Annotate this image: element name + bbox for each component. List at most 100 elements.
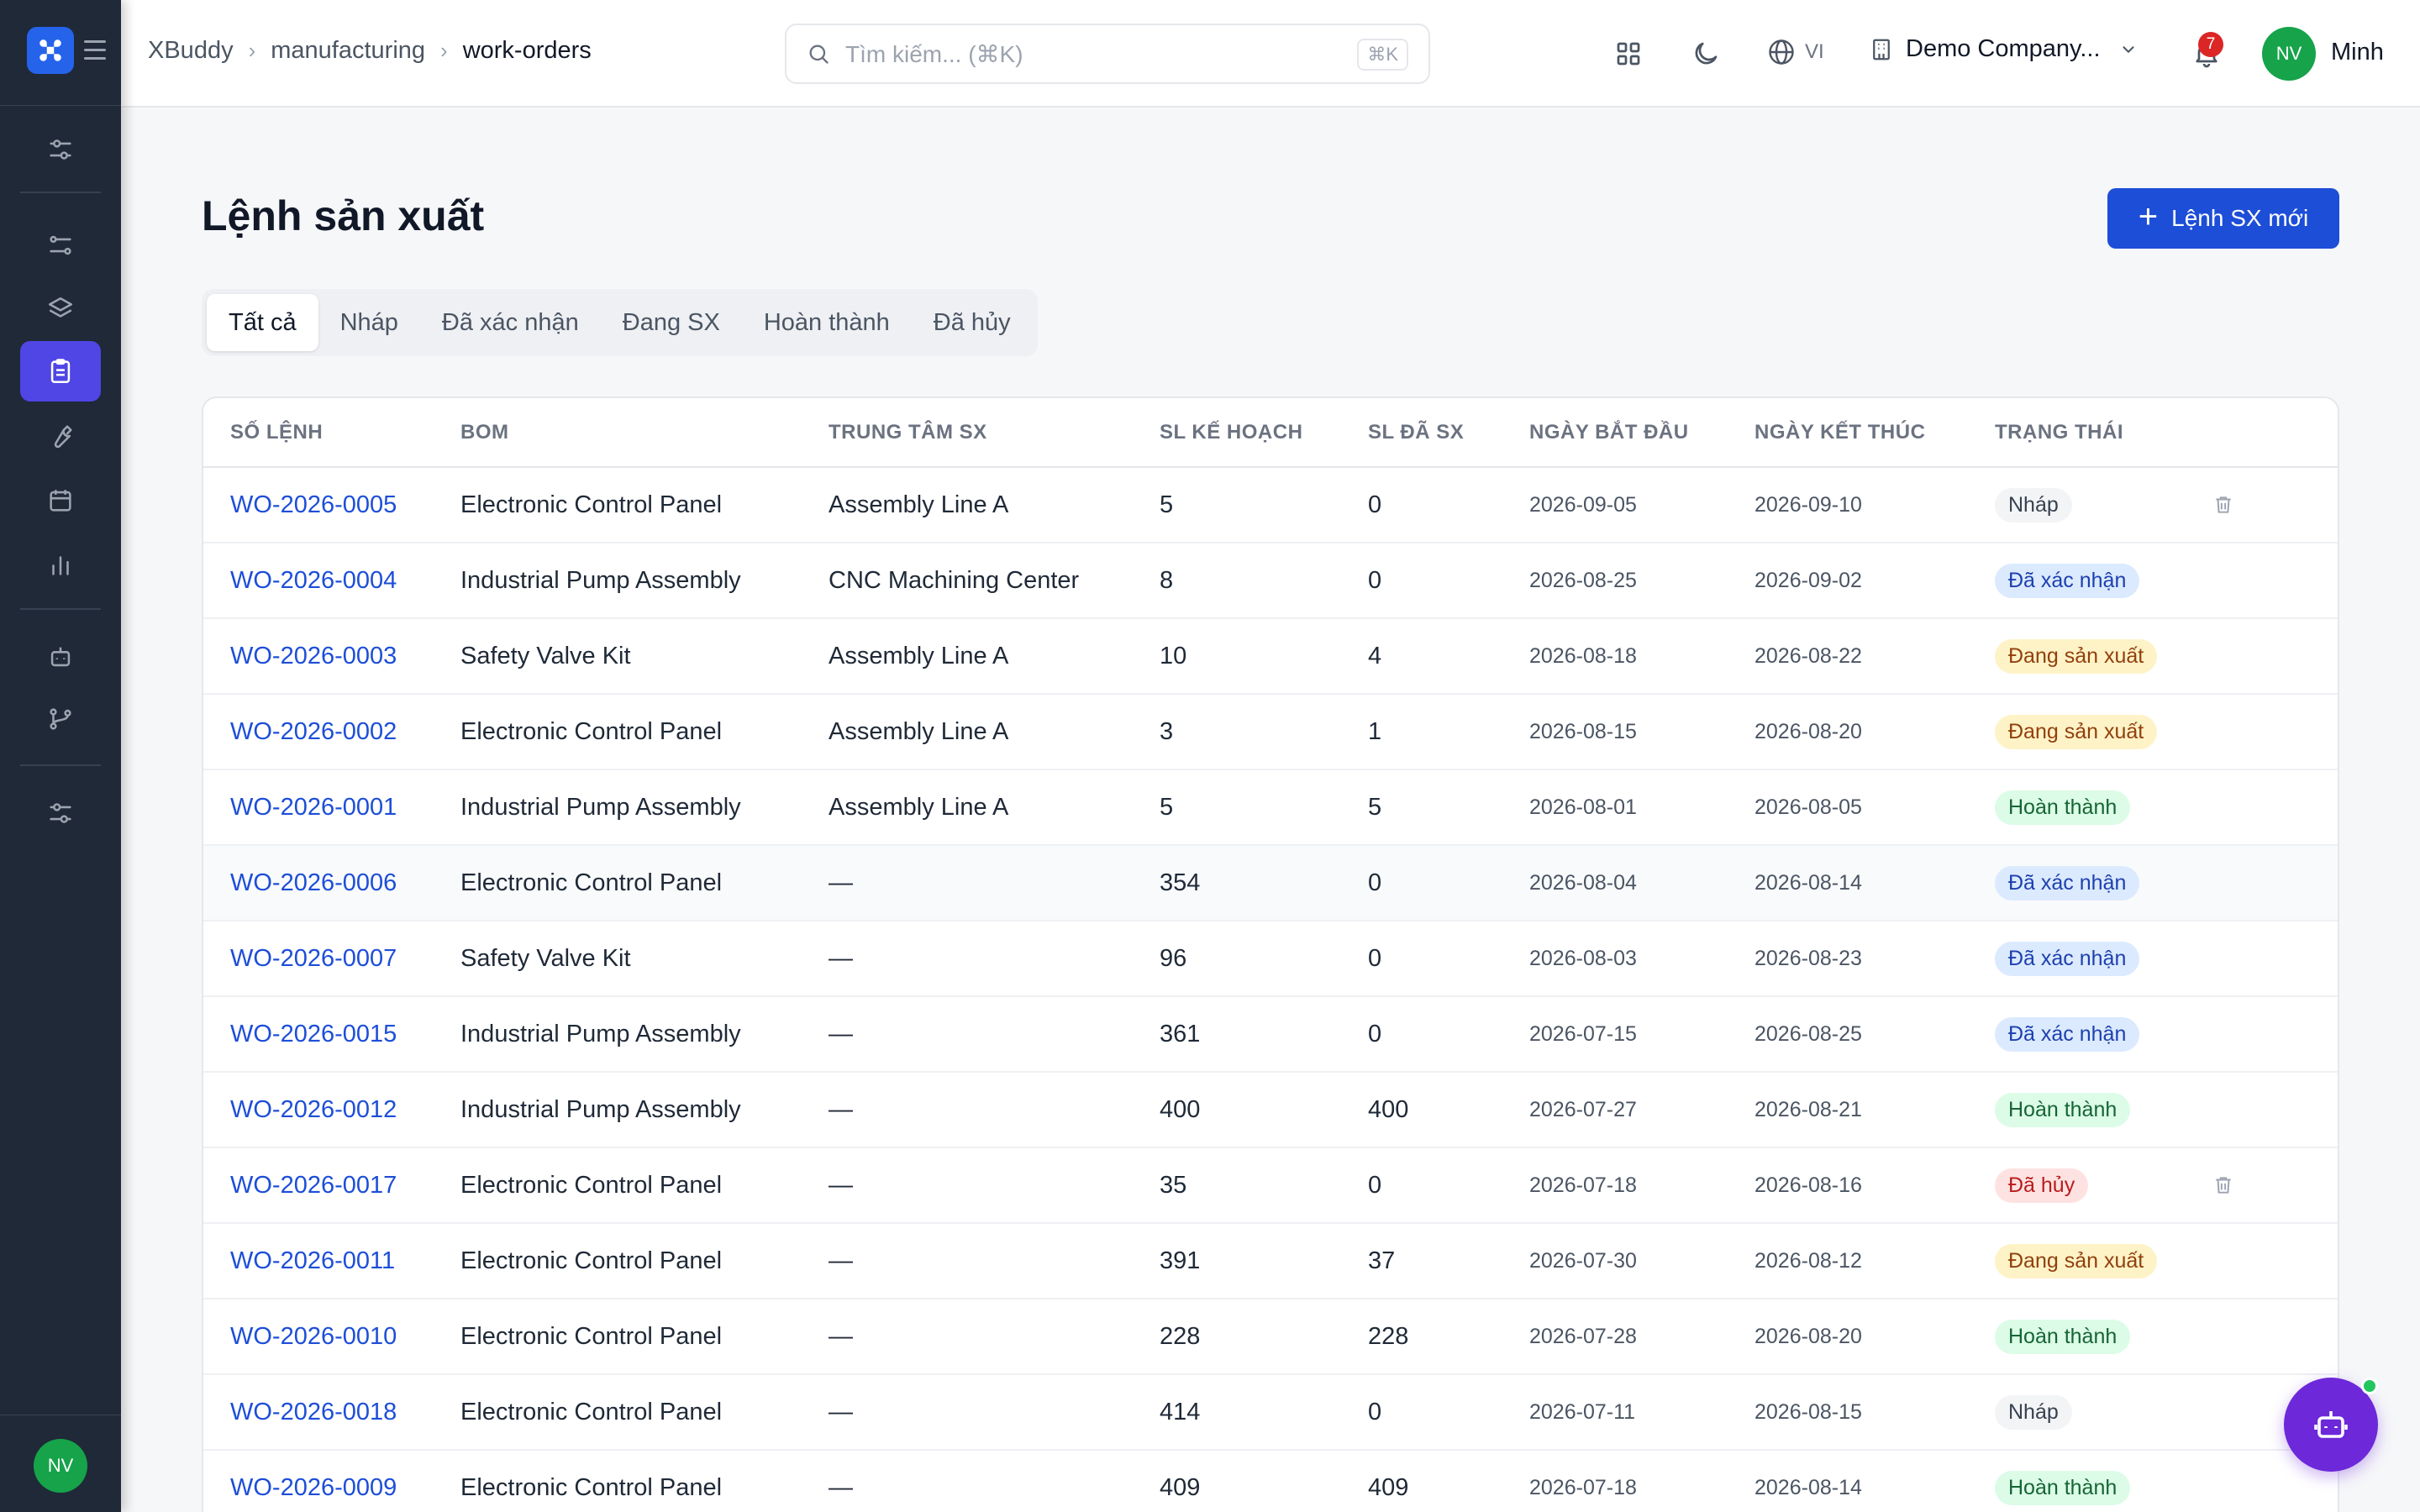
- produced-qty-cell: 0: [1368, 543, 1529, 619]
- table-row[interactable]: WO-2026-0002 Electronic Control Panel Asse…: [203, 694, 2338, 770]
- column-header-bom[interactable]: BOM: [460, 398, 829, 468]
- wo-number-link[interactable]: WO-2026-0004: [203, 543, 460, 619]
- hamburger-menu-icon[interactable]: [84, 40, 106, 60]
- status-badge: Đã xác nhận: [1995, 865, 2140, 900]
- table-row[interactable]: WO-2026-0017 Electronic Control Panel —35 0…: [203, 1147, 2338, 1224]
- sidebar-item-bom[interactable]: [20, 279, 101, 339]
- column-header-produced-qty[interactable]: SL ĐÃ SX: [1368, 398, 1529, 468]
- work-center-cell: —: [829, 845, 1160, 921]
- sidebar-item-routing[interactable]: [20, 215, 101, 276]
- status-badge: Hoàn thành: [1995, 1092, 2131, 1127]
- delete-trash-icon[interactable]: [2207, 1168, 2240, 1202]
- planned-qty-cell: 414: [1160, 1374, 1368, 1451]
- column-header-planned-qty[interactable]: SL KẾ HOẠCH: [1160, 398, 1368, 468]
- actions-cell: [2207, 618, 2338, 695]
- tab-in-production[interactable]: Đang SX: [601, 294, 742, 351]
- user-avatar[interactable]: NV: [2262, 27, 2316, 81]
- tab-completed[interactable]: Hoàn thành: [742, 294, 912, 351]
- delete-trash-icon[interactable]: [2207, 488, 2240, 522]
- tab-all[interactable]: Tất cả: [207, 294, 318, 351]
- user-name[interactable]: Minh: [2331, 39, 2384, 66]
- status-badge: Đang sản xuất: [1995, 638, 2158, 674]
- wo-number-link[interactable]: WO-2026-0003: [203, 618, 460, 695]
- bom-cell: Electronic Control Panel: [460, 1299, 829, 1375]
- table-row[interactable]: WO-2026-0015 Industrial Pump Assembly —361…: [203, 996, 2338, 1073]
- table-row[interactable]: WO-2026-0004 Industrial Pump Assembly CNC …: [203, 543, 2338, 619]
- wo-number-link[interactable]: WO-2026-0015: [203, 996, 460, 1073]
- workflow-icon: [50, 235, 71, 255]
- status-cell: Đã hủy: [1995, 1147, 2207, 1224]
- sidebar-item-ai-assistant[interactable]: [20, 627, 101, 687]
- column-header-work-center[interactable]: TRUNG TÂM SX: [829, 398, 1160, 468]
- end-date-cell: 2026-08-22: [1754, 618, 1995, 695]
- start-date-cell: 2026-07-18: [1529, 1450, 1754, 1512]
- wo-number-link[interactable]: WO-2026-0001: [203, 769, 460, 846]
- app-logo-icon[interactable]: [27, 27, 74, 74]
- planned-qty-cell: 400: [1160, 1072, 1368, 1148]
- table-row[interactable]: WO-2026-0018 Electronic Control Panel —414…: [203, 1374, 2338, 1451]
- sidebar-item-filters[interactable]: [20, 119, 101, 180]
- search-icon: [809, 45, 829, 64]
- wo-number-link[interactable]: WO-2026-0011: [203, 1223, 460, 1299]
- wo-number-link[interactable]: WO-2026-0006: [203, 845, 460, 921]
- table-row[interactable]: WO-2026-0005 Electronic Control Panel Asse…: [203, 467, 2338, 543]
- breadcrumb-item-root[interactable]: XBuddy: [148, 37, 234, 65]
- table-row[interactable]: WO-2026-0010 Electronic Control Panel —228…: [203, 1299, 2338, 1375]
- start-date-cell: 2026-07-28: [1529, 1299, 1754, 1375]
- work-center-cell: CNC Machining Center: [829, 543, 1160, 619]
- end-date-cell: 2026-08-20: [1754, 1299, 1995, 1375]
- wo-number-link[interactable]: WO-2026-0009: [203, 1450, 460, 1512]
- column-header-end-date[interactable]: NGÀY KẾT THÚC: [1754, 398, 1995, 468]
- sidebar-item-reports[interactable]: [20, 534, 101, 595]
- table-row[interactable]: WO-2026-0007 Safety Valve Kit —96 0 2026-08-…: [203, 921, 2338, 997]
- apps-grid-icon[interactable]: [1608, 34, 1649, 74]
- sidebar-item-work-orders[interactable]: [20, 341, 101, 402]
- work-center-cell: Assembly Line A: [829, 618, 1160, 695]
- status-badge: Đã xác nhận: [1995, 1016, 2140, 1052]
- table-row[interactable]: WO-2026-0009 Electronic Control Panel —409…: [203, 1450, 2338, 1512]
- produced-qty-cell: 4: [1368, 618, 1529, 695]
- wo-number-link[interactable]: WO-2026-0010: [203, 1299, 460, 1375]
- sidebar-avatar[interactable]: NV: [34, 1439, 87, 1493]
- chevron-right-icon: ›: [248, 38, 256, 63]
- work-orders-table-card: SỐ LỆNH BOM TRUNG TÂM SX SL KẾ HOẠCH SL …: [202, 396, 2339, 1512]
- dark-mode-moon-icon[interactable]: [1686, 34, 1726, 74]
- search-input[interactable]: Tìm kiếm... (⌘K) ⌘K: [785, 24, 1430, 84]
- start-date-cell: 2026-07-18: [1529, 1147, 1754, 1224]
- language-switcher[interactable]: VI: [1766, 37, 1824, 67]
- tab-draft[interactable]: Nháp: [318, 294, 420, 351]
- company-selector[interactable]: Demo Company...: [1869, 35, 2138, 63]
- breadcrumb-item-module[interactable]: manufacturing: [271, 37, 425, 65]
- wo-number-link[interactable]: WO-2026-0002: [203, 694, 460, 770]
- sidebar-item-schedule[interactable]: [20, 470, 101, 531]
- table-row[interactable]: WO-2026-0001 Industrial Pump Assembly Asse…: [203, 769, 2338, 846]
- sidebar-item-settings[interactable]: [20, 783, 101, 843]
- tab-cancelled[interactable]: Đã hủy: [912, 294, 1033, 351]
- table-row[interactable]: WO-2026-0012 Industrial Pump Assembly —400…: [203, 1072, 2338, 1148]
- wo-number-link[interactable]: WO-2026-0018: [203, 1374, 460, 1451]
- wo-number-link[interactable]: WO-2026-0005: [203, 467, 460, 543]
- sidebar-item-integrations[interactable]: [20, 689, 101, 749]
- wo-number-link[interactable]: WO-2026-0012: [203, 1072, 460, 1148]
- table-row[interactable]: WO-2026-0006 Electronic Control Panel —354…: [203, 845, 2338, 921]
- sidebar-item-maintenance[interactable]: [20, 407, 101, 467]
- table-row[interactable]: WO-2026-0003 Safety Valve Kit Assembly Lin…: [203, 618, 2338, 695]
- column-header-start-date[interactable]: NGÀY BẮT ĐẦU: [1529, 398, 1754, 468]
- planned-qty-cell: 96: [1160, 921, 1368, 997]
- status-badge: Hoàn thành: [1995, 790, 2131, 825]
- column-header-status[interactable]: TRẠNG THÁI: [1995, 398, 2207, 468]
- work-center-cell: —: [829, 996, 1160, 1073]
- start-date-cell: 2026-08-25: [1529, 543, 1754, 619]
- wo-number-link[interactable]: WO-2026-0017: [203, 1147, 460, 1224]
- status-cell: Đang sản xuất: [1995, 694, 2207, 770]
- wo-number-link[interactable]: WO-2026-0007: [203, 921, 460, 997]
- new-work-order-button[interactable]: + Lệnh SX mới: [2107, 188, 2339, 249]
- table-row[interactable]: WO-2026-0011 Electronic Control Panel —391…: [203, 1223, 2338, 1299]
- status-cell: Nháp: [1995, 467, 2207, 543]
- column-header-wo-number[interactable]: SỐ LỆNH: [203, 398, 460, 468]
- tab-confirmed[interactable]: Đã xác nhận: [420, 294, 601, 351]
- produced-qty-cell: 0: [1368, 1374, 1529, 1451]
- end-date-cell: 2026-08-14: [1754, 1450, 1995, 1512]
- new-work-order-label: Lệnh SX mới: [2171, 205, 2309, 231]
- end-date-cell: 2026-08-23: [1754, 921, 1995, 997]
